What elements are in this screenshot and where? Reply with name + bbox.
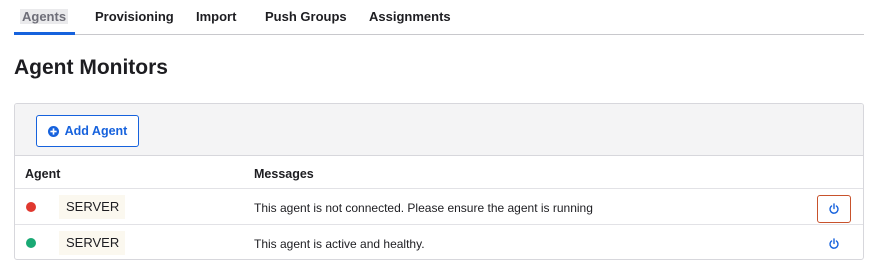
tab-agents[interactable]: Agents <box>20 9 69 24</box>
add-agent-label: Add Agent <box>64 124 128 138</box>
table-row: SERVER This agent is not connected. Plea… <box>15 190 863 225</box>
active-tab-indicator <box>14 32 75 35</box>
add-agent-button[interactable]: Add Agent <box>36 115 139 147</box>
agent-name: SERVER <box>59 195 125 219</box>
table-header: Agent Messages <box>15 157 863 189</box>
tab-import[interactable]: Import <box>196 9 236 24</box>
agents-panel: Add Agent Agent Messages SERVER This age… <box>14 103 864 260</box>
table-row: SERVER This agent is active and healthy. <box>15 226 863 259</box>
column-header-agent: Agent <box>25 167 61 181</box>
toolbar: Add Agent <box>15 104 863 156</box>
power-button[interactable] <box>817 230 851 258</box>
tab-bar: Agents Provisioning Import Push Groups A… <box>14 0 864 35</box>
agent-name: SERVER <box>59 231 125 255</box>
power-button[interactable] <box>817 195 851 223</box>
tab-assignments[interactable]: Assignments <box>369 9 451 24</box>
column-header-messages: Messages <box>254 167 314 181</box>
tab-push-groups[interactable]: Push Groups <box>265 9 347 24</box>
power-icon <box>829 238 839 249</box>
plus-circle-icon <box>47 125 59 137</box>
agent-message: This agent is not connected. Please ensu… <box>254 201 593 215</box>
status-dot-active <box>26 238 36 248</box>
tab-provisioning[interactable]: Provisioning <box>95 9 174 24</box>
power-icon <box>829 203 839 214</box>
agent-message: This agent is active and healthy. <box>254 237 425 251</box>
page-title: Agent Monitors <box>14 56 168 79</box>
status-dot-disconnected <box>26 202 36 212</box>
